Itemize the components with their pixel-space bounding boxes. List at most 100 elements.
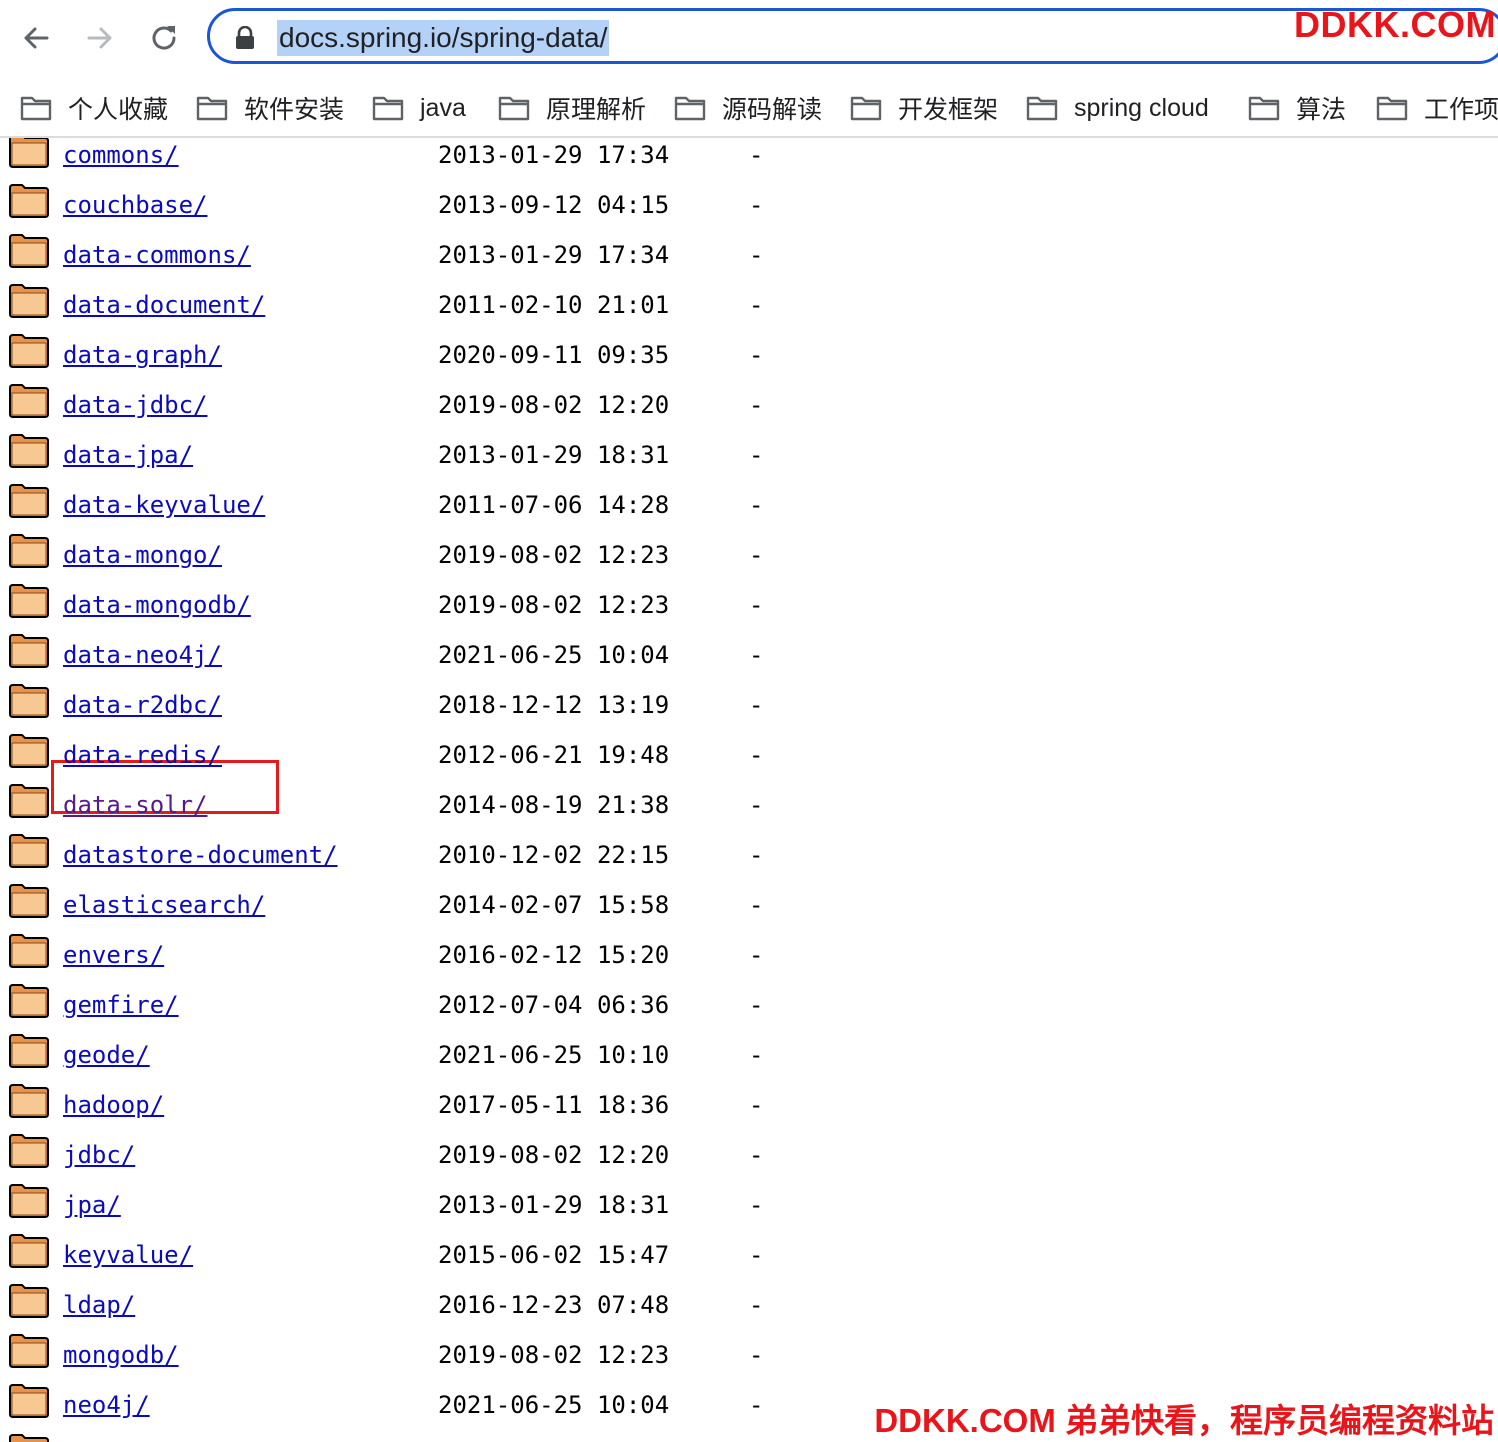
modified-date: 2017-05-11 18:36 — [438, 1091, 670, 1119]
bookmark-label: spring cloud — [1074, 93, 1209, 122]
file-size: - — [749, 1091, 764, 1119]
folder-icon — [850, 96, 882, 121]
directory-link[interactable]: elasticsearch/ — [63, 890, 265, 920]
folder-icon — [8, 1433, 50, 1442]
bookmark-label: 原理解析 — [546, 96, 647, 124]
bookmark-folder[interactable]: 源码解读 — [674, 88, 822, 128]
folder-icon — [8, 483, 50, 519]
bookmark-folder[interactable]: 工作项 — [1376, 88, 1498, 128]
directory-link[interactable]: data-keyvalue/ — [63, 490, 265, 520]
listing-row: data-mongo/2019-08-02 12:23 - — [0, 531, 900, 581]
modified-date: 2019-08-02 12:20 — [438, 391, 670, 419]
file-size: - — [749, 591, 764, 619]
bookmark-folder[interactable]: 原理解析 — [498, 88, 646, 128]
file-size: - — [749, 641, 764, 669]
back-button[interactable] — [12, 14, 60, 62]
bookmarks-bar: 个人收藏 软件安装 java 原理解析 源码解读 开发框架 spring clo… — [0, 78, 1498, 138]
forward-button[interactable] — [76, 14, 124, 62]
file-size: - — [749, 691, 764, 719]
folder-icon — [8, 1233, 50, 1269]
modified-date: 2010-12-02 22:15 — [438, 841, 670, 869]
bookmark-folder[interactable]: java — [372, 88, 466, 128]
folder-icon — [1248, 96, 1280, 121]
directory-link[interactable]: jdbc/ — [63, 1140, 135, 1170]
folder-icon — [8, 1183, 50, 1219]
listing-row: elasticsearch/2014-02-07 15:58 - — [0, 881, 900, 931]
directory-link[interactable]: datastore-document/ — [63, 840, 338, 870]
listing-row: jdbc/2019-08-02 12:20 - — [0, 1131, 900, 1181]
directory-link[interactable]: neo4j/ — [63, 1390, 150, 1420]
file-size: - — [749, 491, 764, 519]
directory-link[interactable]: data-solr/ — [63, 790, 208, 820]
folder-icon — [20, 96, 52, 121]
file-size: - — [749, 1141, 764, 1169]
bookmark-folder[interactable]: spring cloud — [1026, 88, 1209, 128]
modified-date: 2013-01-29 18:31 — [438, 441, 670, 469]
directory-link[interactable]: data-redis/ — [63, 740, 222, 770]
modified-date: 2020-09-11 09:35 — [438, 341, 670, 369]
modified-date: 2021-06-25 10:04 — [438, 641, 670, 669]
folder-icon — [8, 233, 50, 269]
directory-link[interactable]: hadoop/ — [63, 1090, 164, 1120]
listing-row: data-r2dbc/2018-12-12 13:19 - — [0, 681, 900, 731]
url-text[interactable]: docs.spring.io/spring-data/ — [277, 20, 610, 56]
directory-link[interactable]: data-jpa/ — [63, 440, 193, 470]
directory-link[interactable]: data-neo4j/ — [63, 640, 222, 670]
folder-icon — [8, 533, 50, 569]
folder-icon — [8, 433, 50, 469]
listing-row: data-jdbc/2019-08-02 12:20 - — [0, 381, 900, 431]
folder-icon — [8, 933, 50, 969]
file-size: - — [749, 341, 764, 369]
folder-icon — [8, 783, 50, 819]
listing-row: data-redis/2012-06-21 19:48 - — [0, 731, 900, 781]
modified-date: 2019-08-02 12:23 — [438, 541, 670, 569]
folder-icon — [8, 1383, 50, 1419]
bookmark-folder[interactable]: 算法 — [1248, 88, 1346, 128]
directory-link[interactable]: gemfire/ — [63, 990, 179, 1020]
bookmark-folder[interactable]: 个人收藏 — [20, 88, 168, 128]
listing-row: mongodb/2019-08-02 12:23 - — [0, 1331, 900, 1381]
file-size: - — [749, 291, 764, 319]
modified-date: 2019-08-02 12:23 — [438, 591, 670, 619]
listing-row: data-solr/2014-08-19 21:38 - — [0, 781, 900, 831]
listing-row: hadoop/2017-05-11 18:36 - — [0, 1081, 900, 1131]
directory-link[interactable]: jpa/ — [63, 1190, 121, 1220]
directory-link[interactable]: data-mongodb/ — [63, 590, 251, 620]
bookmark-label: 开发框架 — [898, 96, 999, 124]
directory-link[interactable]: data-commons/ — [63, 240, 251, 270]
file-size: - — [749, 991, 764, 1019]
directory-link[interactable]: couchbase/ — [63, 190, 208, 220]
folder-icon — [8, 733, 50, 769]
directory-link[interactable]: geode/ — [63, 1040, 150, 1070]
bookmark-folder[interactable]: 开发框架 — [850, 88, 998, 128]
directory-link[interactable]: data-mongo/ — [63, 540, 222, 570]
directory-link[interactable]: data-jdbc/ — [63, 390, 208, 420]
directory-link[interactable]: commons/ — [63, 140, 179, 170]
directory-link[interactable]: mongodb/ — [63, 1340, 179, 1370]
modified-date: 2013-01-29 17:34 — [438, 241, 670, 269]
directory-link[interactable]: envers/ — [63, 940, 164, 970]
file-size: - — [749, 141, 764, 169]
directory-link[interactable]: data-graph/ — [63, 340, 222, 370]
folder-icon — [8, 1333, 50, 1369]
folder-icon — [498, 96, 530, 121]
folder-icon — [8, 283, 50, 319]
reload-icon — [152, 26, 176, 50]
folder-icon — [1376, 96, 1408, 121]
lock-icon — [236, 26, 254, 49]
file-size: - — [749, 1241, 764, 1269]
bookmark-folder[interactable]: 软件安装 — [196, 88, 344, 128]
reload-button[interactable] — [140, 14, 188, 62]
directory-link[interactable]: data-document/ — [63, 290, 265, 320]
modified-date: 2013-01-29 18:31 — [438, 1191, 670, 1219]
folder-icon — [8, 983, 50, 1019]
directory-link[interactable]: ldap/ — [63, 1290, 135, 1320]
modified-date: 2018-12-12 13:19 — [438, 691, 670, 719]
listing-row: geode/2021-06-25 10:10 - — [0, 1031, 900, 1081]
modified-date: 2011-07-06 14:28 — [438, 491, 670, 519]
browser-toolbar: docs.spring.io/spring-data/ DDKK.COM — [0, 0, 1498, 78]
listing-row: jpa/2013-01-29 18:31 - — [0, 1181, 900, 1231]
directory-link[interactable]: keyvalue/ — [63, 1240, 193, 1270]
modified-date: 2019-08-02 12:23 — [438, 1341, 670, 1369]
directory-link[interactable]: data-r2dbc/ — [63, 690, 222, 720]
